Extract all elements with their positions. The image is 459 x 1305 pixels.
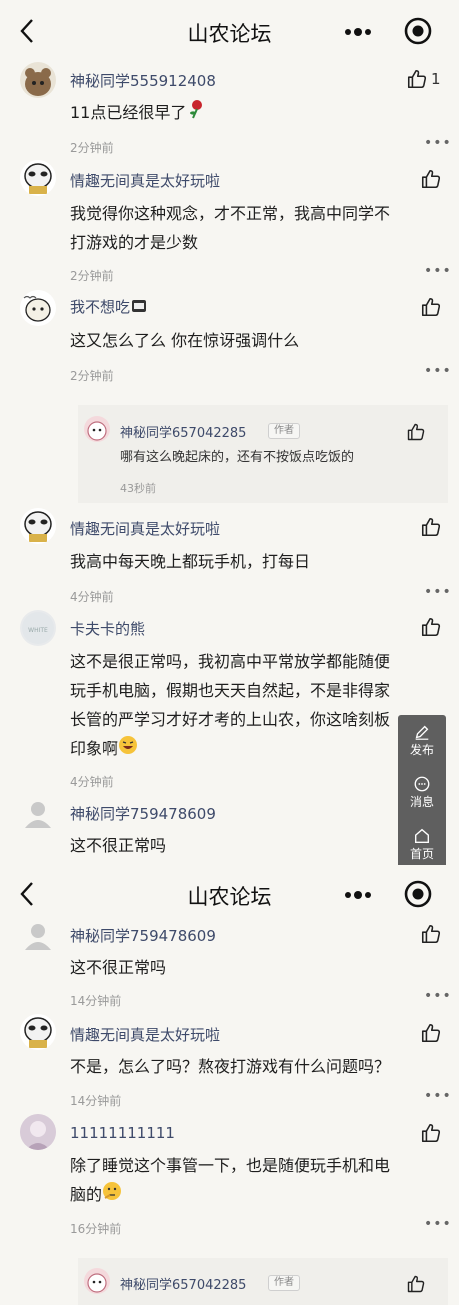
svg-text:WHITE: WHITE xyxy=(28,627,48,634)
avatar[interactable] xyxy=(20,62,56,98)
comment-time: 14分钟前 xyxy=(70,1094,122,1108)
thumbs-up-icon[interactable] xyxy=(420,1022,442,1044)
avatar[interactable] xyxy=(20,160,56,196)
comment-text: 11点已经很早了 xyxy=(70,98,206,128)
comment-text-line: 我觉得你这种观念，才不正常，我高中同学不 xyxy=(70,204,391,223)
default-avatar-icon[interactable] xyxy=(20,918,56,954)
page-title: 山农论坛 xyxy=(187,885,272,909)
comment-text-line: 玩手机电脑，假期也天天自然起，不是非得家 xyxy=(70,681,391,700)
avatar[interactable] xyxy=(20,508,56,544)
publish-label: 发布 xyxy=(409,743,434,757)
comment-text-line: 脑的 xyxy=(70,1180,122,1210)
comment-time: 16分钟前 xyxy=(70,1222,122,1236)
author-badge: 作者 xyxy=(268,1275,300,1291)
home-icon xyxy=(415,828,429,843)
more-options-icon[interactable]: ••• xyxy=(424,1216,452,1232)
comment-author[interactable]: 神秘同学759478609 xyxy=(70,803,216,824)
comment-text-line: 打游戏的才是少数 xyxy=(70,233,199,252)
like-count: 1 xyxy=(431,70,441,88)
thumbs-up-icon[interactable] xyxy=(406,1274,426,1294)
comment-text-line: 印象啊 xyxy=(70,734,138,764)
more-options-icon[interactable]: ••• xyxy=(424,363,452,379)
thumbs-up-icon[interactable] xyxy=(420,923,442,945)
home-button[interactable]: 首页 xyxy=(398,827,446,862)
comment-author[interactable]: 11111111111 xyxy=(70,1124,175,1142)
comment-time: 2分钟前 xyxy=(70,141,114,155)
comment-text-line: 这不是很正常吗，我初高中平常放学都能随便 xyxy=(70,652,391,671)
comment-text-line: 我高中每天晚上都玩手机，打每日 xyxy=(70,552,311,571)
rose-emoji-icon xyxy=(186,99,206,128)
comment-author[interactable]: 卡夫卡的熊 xyxy=(70,618,145,639)
more-options-icon[interactable]: ••• xyxy=(424,263,452,279)
message-icon xyxy=(414,776,430,792)
top-bar: 山农论坛 xyxy=(0,0,459,62)
comment-author[interactable]: 神秘同学555912408 xyxy=(70,70,216,91)
comment-author[interactable]: 神秘同学759478609 xyxy=(70,925,216,946)
author-badge: 作者 xyxy=(268,423,300,439)
comment-text-line: 不是，怎么了吗？熬夜打游戏有什么问题吗？ xyxy=(70,1057,391,1076)
avatar[interactable] xyxy=(20,290,56,326)
comment-time: 2分钟前 xyxy=(70,369,114,383)
reply-text: 哪有这么晚起床的，还有不按饭点吃饭的 xyxy=(120,450,355,465)
comment-author[interactable]: 情趣无间真是太好玩啦 xyxy=(70,518,220,539)
thumbs-up-icon[interactable] xyxy=(420,296,442,318)
comment-text-line: 这又怎么了么 你在惊讶强调什么 xyxy=(70,331,300,350)
more-options-icon[interactable]: ••• xyxy=(424,1088,452,1104)
comment-author[interactable]: 情趣无间真是太好玩啦 xyxy=(70,1024,220,1045)
more-options-icon[interactable] xyxy=(340,22,380,42)
publish-button[interactable]: 发布 xyxy=(398,723,446,758)
thinking-emoji-icon xyxy=(102,1181,122,1210)
more-options-icon[interactable]: ••• xyxy=(424,988,452,1004)
default-avatar-icon[interactable] xyxy=(20,796,56,832)
comment-time: 4分钟前 xyxy=(70,590,114,604)
thumbs-up-icon[interactable] xyxy=(420,616,442,638)
laughing-emoji-icon xyxy=(118,735,138,764)
more-options-icon[interactable] xyxy=(340,885,380,905)
comment-text-line: 除了睡觉这个事管一下，也是随便玩手机和电 xyxy=(70,1156,391,1175)
thumbs-up-icon[interactable] xyxy=(406,68,428,90)
more-options-icon[interactable]: ••• xyxy=(424,135,452,151)
thumbs-up-icon[interactable] xyxy=(406,422,426,442)
reply-author[interactable]: 神秘同学657042285 xyxy=(120,1274,246,1293)
avatar[interactable] xyxy=(84,1268,110,1294)
comment-time: 2分钟前 xyxy=(70,269,114,283)
comment-time: 14分钟前 xyxy=(70,994,122,1008)
messages-button[interactable]: 消息 xyxy=(398,775,446,810)
reply-time: 43秒前 xyxy=(120,482,156,495)
avatar[interactable] xyxy=(84,416,110,442)
comment-time: 4分钟前 xyxy=(70,775,114,789)
thumbs-up-icon[interactable] xyxy=(420,168,442,190)
comment-text-line: 这不很正常吗 xyxy=(70,836,167,855)
thumbs-up-icon[interactable] xyxy=(420,1122,442,1144)
rice-bowl-emoji-icon xyxy=(130,297,148,319)
avatar[interactable] xyxy=(20,1114,56,1150)
messages-label: 消息 xyxy=(409,795,434,809)
comment-author[interactable]: 我不想吃 xyxy=(70,296,148,319)
page-title: 山农论坛 xyxy=(187,22,272,46)
edit-icon xyxy=(415,725,429,740)
comment-text-line: 这不很正常吗 xyxy=(70,958,167,977)
comment-author[interactable]: 情趣无间真是太好玩啦 xyxy=(70,170,220,191)
avatar[interactable] xyxy=(20,1014,56,1050)
top-bar: 山农论坛 xyxy=(0,865,459,927)
mini-program-close-icon[interactable] xyxy=(403,16,433,46)
reply-author[interactable]: 神秘同学657042285 xyxy=(120,422,246,441)
avatar[interactable]: WHITE xyxy=(20,610,56,646)
comment-text-line: 长管的严学习才好才考的上山农，你这啥刻板 xyxy=(70,710,391,729)
thumbs-up-icon[interactable] xyxy=(420,516,442,538)
mini-program-close-icon[interactable] xyxy=(403,879,433,909)
floating-menu: 发布 消息 首页 xyxy=(398,715,446,868)
more-options-icon[interactable]: ••• xyxy=(424,584,452,600)
home-label: 首页 xyxy=(409,847,434,861)
